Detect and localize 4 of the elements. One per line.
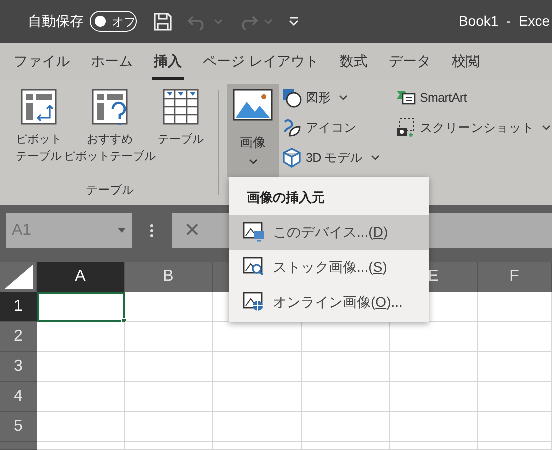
menu-title: 画像の挿入元 (246, 189, 326, 207)
autosave-label: 自動保存 (28, 12, 84, 31)
window-title: Book1 - Exce (458, 12, 551, 31)
group-label: テーブル (86, 182, 134, 199)
